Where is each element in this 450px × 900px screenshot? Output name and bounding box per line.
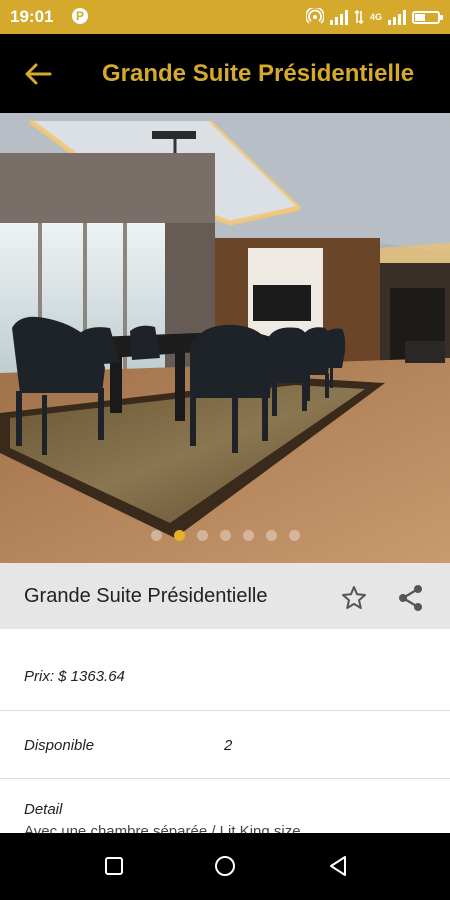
room-name: Grande Suite Présidentielle [24,585,268,607]
page-title: Grande Suite Présidentielle [102,60,415,87]
gallery-dot[interactable] [265,530,277,541]
gallery-dot-active[interactable] [173,530,185,541]
room-header: Grande Suite Présidentielle [0,563,450,629]
battery-icon [412,10,443,24]
star-outline-icon[interactable] [340,584,368,612]
circle-icon[interactable] [212,853,238,879]
arrow-left-icon[interactable] [22,58,54,90]
detail-label: Detail [24,801,63,818]
app-bar: Grande Suite Présidentielle [0,34,450,113]
square-icon[interactable] [101,853,127,879]
detail-text: Avec une chambre séparée / Lit King size [24,823,301,833]
triangle-back-icon[interactable] [325,853,351,879]
price-row: Prix: $ 1363.64 [0,630,450,711]
availability-value: 2 [224,737,233,754]
parking-app-icon: P [72,8,88,24]
price-text: Prix: $ 1363.64 [24,668,125,685]
data-arrows-icon [354,9,364,25]
system-nav-bar [0,833,450,900]
gallery-dot[interactable] [150,530,162,541]
availability-row: Disponible 2 [0,711,450,779]
network-type-label: 4G [369,11,382,22]
availability-label: Disponible [24,737,95,754]
signal-icon [329,9,348,25]
gallery-pagination[interactable] [0,530,450,544]
gallery-dot[interactable] [196,530,208,541]
signal-icon-2 [388,9,406,25]
share-icon[interactable] [396,583,426,613]
gallery-dot[interactable] [242,530,254,541]
room-photo[interactable] [0,113,450,563]
hotspot-icon [305,8,324,24]
detail-section: Detail Avec une chambre séparée / Lit Ki… [0,779,450,833]
room-photo-illustration [0,113,450,563]
gallery-dot[interactable] [288,530,300,541]
status-time: 19:01 [10,7,54,26]
status-bar: 19:01 P 4G [0,0,450,34]
gallery-dot[interactable] [219,530,231,541]
status-icons: 4G [305,6,443,28]
